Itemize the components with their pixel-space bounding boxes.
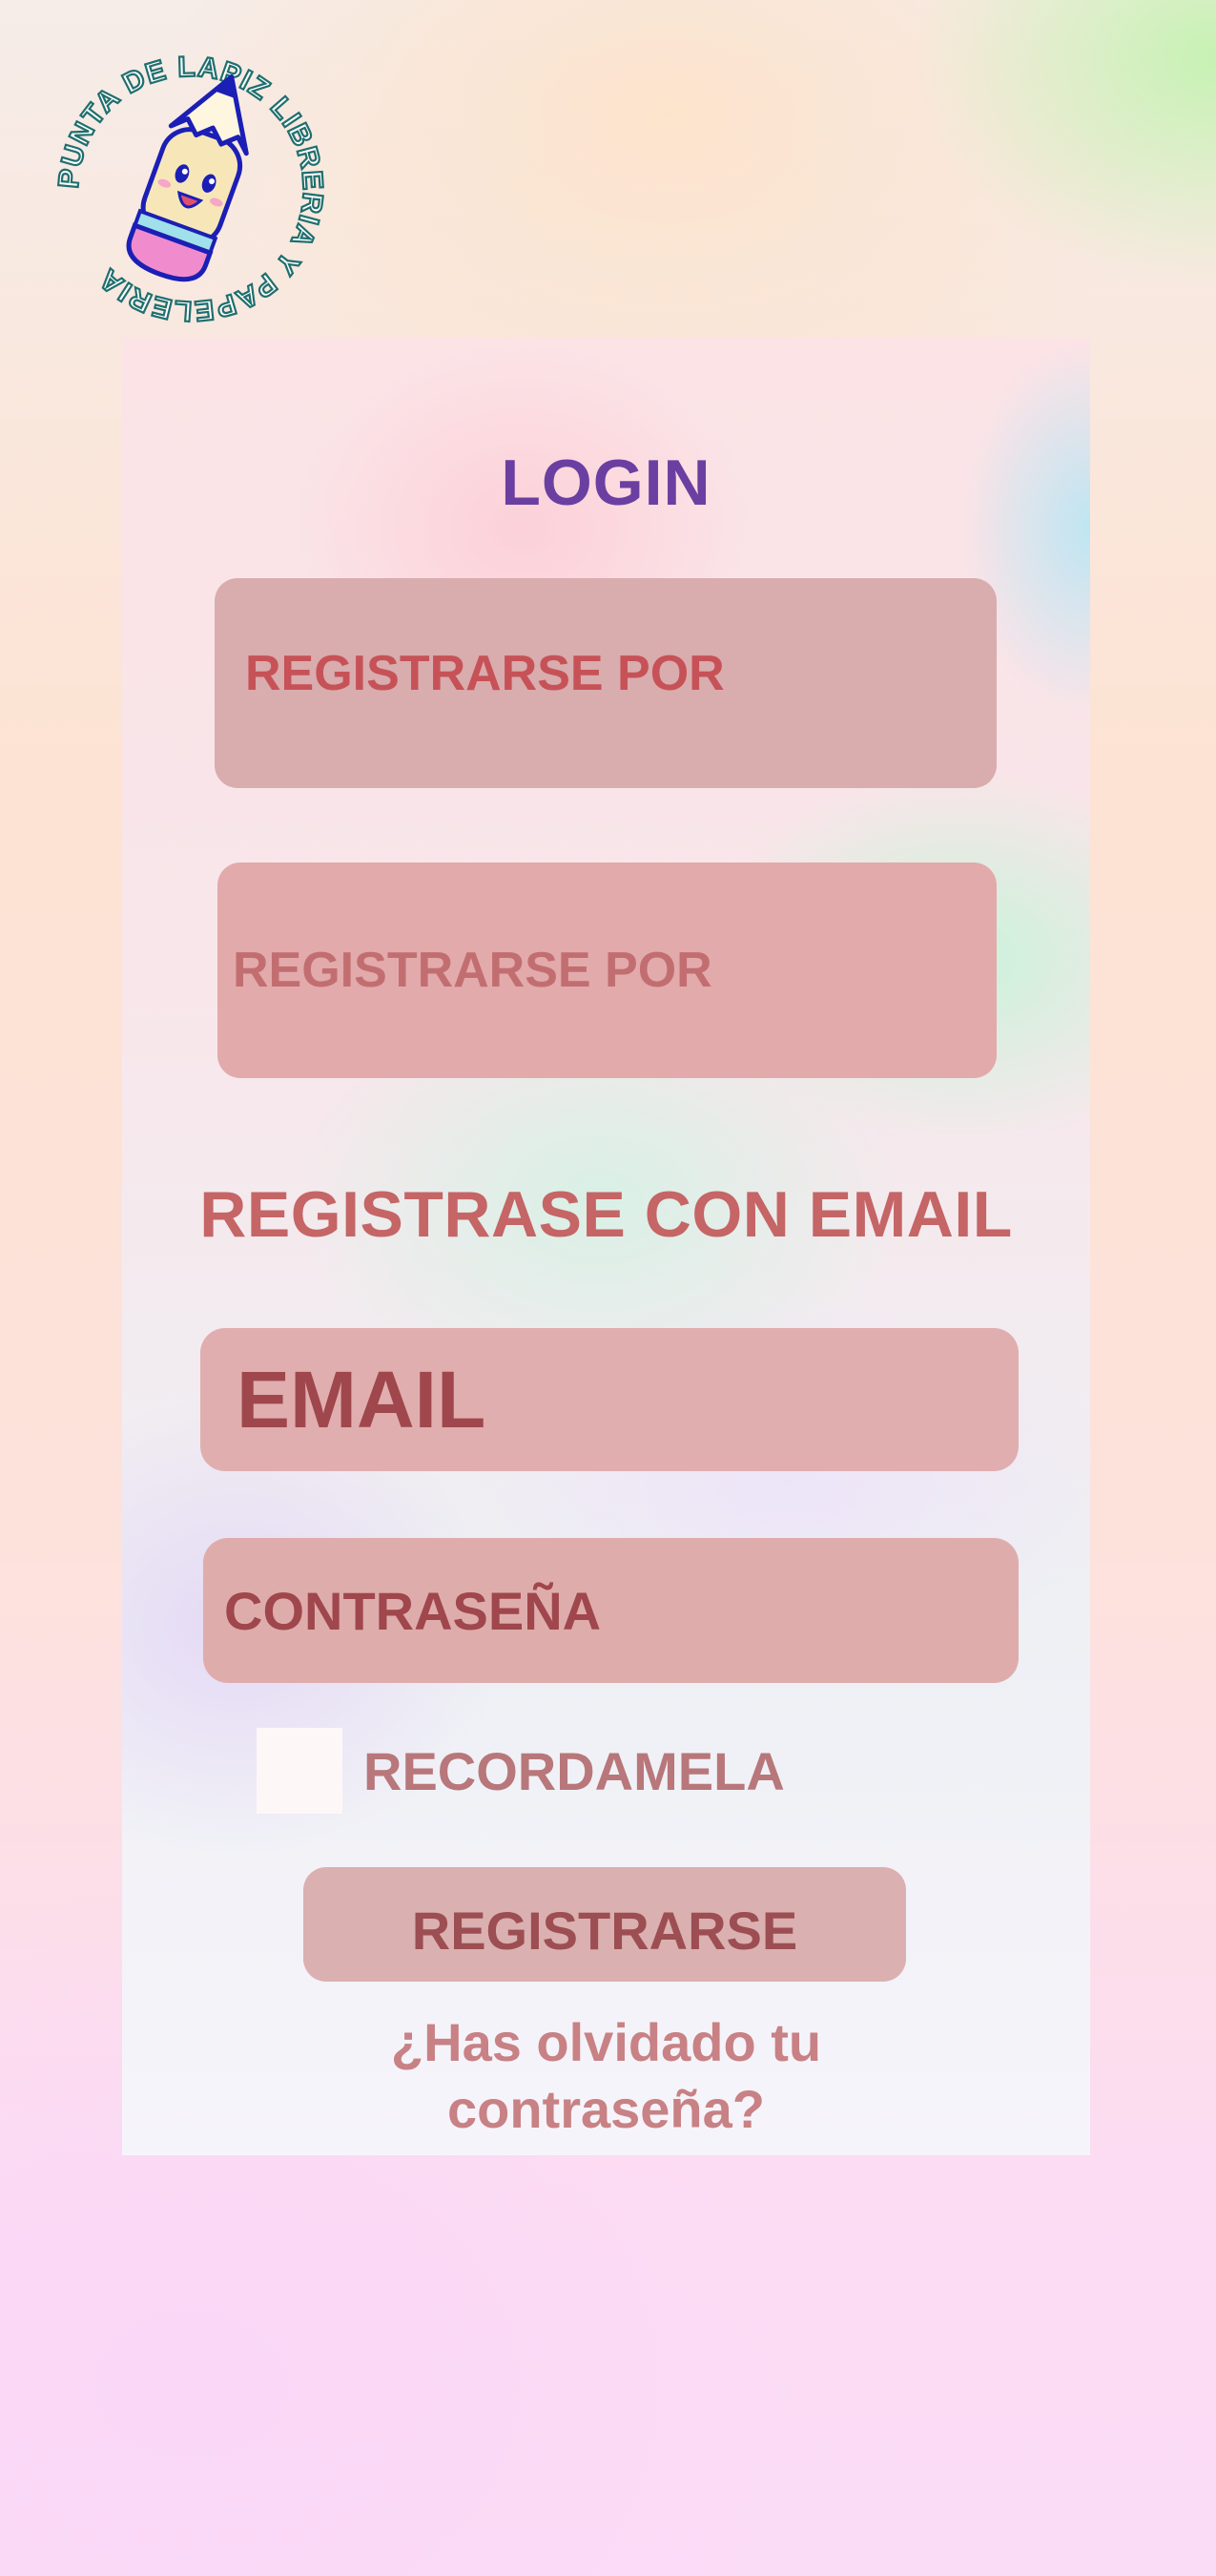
social-register-label: REGISTRARSE POR	[233, 943, 712, 998]
register-submit-button[interactable]: REGISTRARSE	[303, 1867, 906, 1982]
forgot-password-link[interactable]: ¿Has olvidado tu contraseña?	[122, 2009, 1090, 2143]
pencil-mascot-icon: PUNTA DE LAPIZ LIBRERIA Y PAPELERIA	[52, 51, 328, 328]
remember-label: RECORDAMELA	[363, 1740, 785, 1801]
forgot-password-line-2: contraseña?	[447, 2079, 765, 2139]
email-section-heading: REGISTRASE CON EMAIL	[199, 1178, 1013, 1251]
page-title: LOGIN	[501, 447, 711, 519]
register-submit-label: REGISTRARSE	[411, 1900, 798, 1961]
email-field[interactable]	[200, 1328, 1019, 1471]
remember-row: RECORDAMELA	[257, 1728, 785, 1814]
brand-logo: PUNTA DE LAPIZ LIBRERIA Y PAPELERIA	[48, 46, 334, 332]
social-register-button-1[interactable]: REGISTRARSE POR	[215, 578, 997, 788]
remember-checkbox[interactable]	[257, 1728, 342, 1814]
login-card: LOGIN REGISTRARSE POR REGISTRARSE POR RE…	[122, 338, 1090, 2155]
forgot-password-line-1: ¿Has olvidado tu	[390, 2012, 822, 2072]
social-register-label: REGISTRARSE POR	[245, 646, 725, 701]
password-field[interactable]	[203, 1538, 1019, 1683]
social-register-button-2[interactable]: REGISTRARSE POR	[217, 862, 997, 1078]
